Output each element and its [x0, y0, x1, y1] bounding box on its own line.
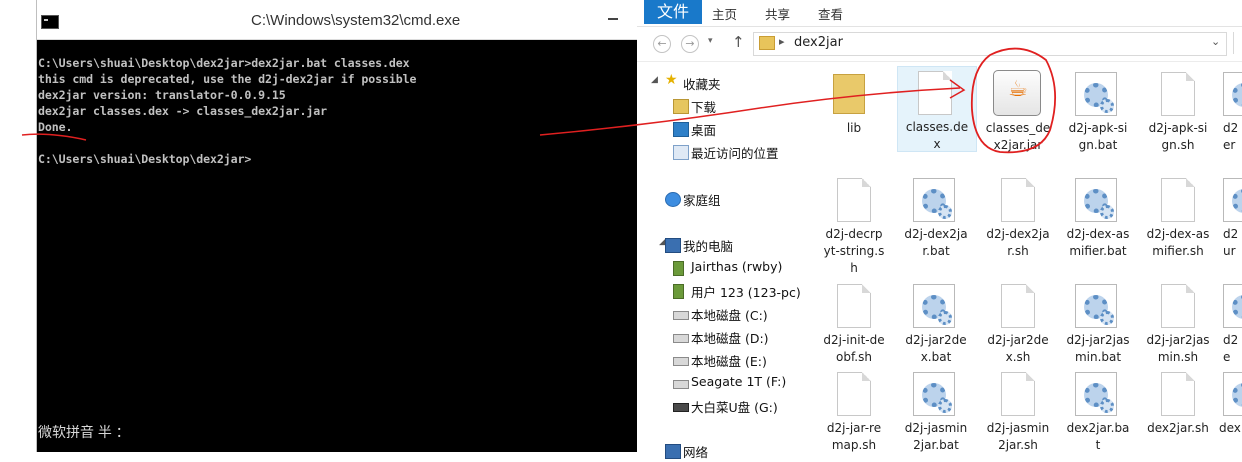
- circle-annotation: [970, 47, 1057, 154]
- arrow-annotation: [539, 87, 961, 136]
- annotation-overlay: [21, 47, 1057, 154]
- underline-annotation: [21, 133, 87, 141]
